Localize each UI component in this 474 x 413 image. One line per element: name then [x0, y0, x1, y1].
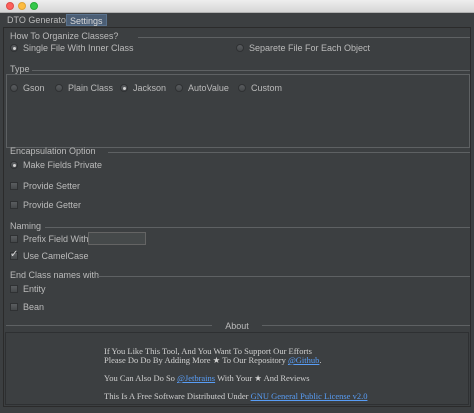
- organize-separate-file-option[interactable]: Separete File For Each Object: [236, 43, 370, 53]
- type-custom-label: Custom: [251, 83, 283, 93]
- organize-single-file-label: Single File With Inner Class: [23, 43, 134, 53]
- radio-icon[interactable]: [55, 84, 63, 92]
- make-fields-private-option[interactable]: Make Fields Private: [10, 160, 102, 170]
- provide-getter-option[interactable]: Provide Getter: [10, 200, 81, 210]
- about-line-3-text: You Can Also Do So: [104, 373, 178, 383]
- use-camelcase-label: Use CamelCase: [23, 251, 89, 261]
- type-divider: [32, 70, 470, 71]
- prefix-field-label: Prefix Field With: [23, 234, 89, 244]
- radio-icon[interactable]: [175, 84, 183, 92]
- entity-label: Entity: [23, 284, 46, 294]
- checkbox-icon[interactable]: [10, 182, 18, 190]
- provide-setter-label: Provide Setter: [23, 181, 81, 191]
- about-line-2-end: .: [319, 355, 322, 365]
- about-line-2: Please Do Do By Adding More ★ To Our Rep…: [104, 355, 322, 366]
- checkbox-icon[interactable]: [10, 285, 18, 293]
- type-autovalue-option[interactable]: AutoValue: [175, 83, 229, 93]
- type-section-title: Type: [10, 64, 30, 74]
- type-gson-label: Gson: [23, 83, 45, 93]
- radio-icon[interactable]: [120, 84, 128, 92]
- encapsulation-section-title: Encapsulation Option: [10, 146, 96, 156]
- about-line-4: This Is A Free Software Distributed Unde…: [104, 391, 367, 401]
- checkbox-icon[interactable]: [10, 303, 18, 311]
- make-fields-private-label: Make Fields Private: [23, 160, 103, 170]
- about-line-2-text: Please Do Do By Adding More ★ To Our Rep…: [104, 355, 288, 365]
- radio-icon[interactable]: [236, 44, 244, 52]
- type-autovalue-label: AutoValue: [188, 83, 229, 93]
- encapsulation-divider: [108, 152, 470, 153]
- radio-icon[interactable]: [10, 44, 18, 52]
- tab-bar: DTO Generator Settings: [0, 13, 474, 27]
- radio-icon[interactable]: [10, 161, 18, 169]
- jetbrains-link[interactable]: @Jetbrains: [177, 373, 215, 383]
- organize-divider: [138, 37, 470, 38]
- tab-dto-generator[interactable]: DTO Generator: [4, 14, 72, 26]
- bean-label: Bean: [23, 302, 45, 312]
- type-plain-class-label: Plain Class: [68, 83, 114, 93]
- radio-icon[interactable]: [10, 84, 18, 92]
- type-jackson-option[interactable]: Jackson: [120, 83, 166, 93]
- close-window-icon[interactable]: [6, 2, 14, 10]
- provide-getter-label: Provide Getter: [23, 200, 82, 210]
- organize-section-title: How To Organize Classes?: [10, 31, 119, 41]
- github-link[interactable]: @Github: [288, 355, 319, 365]
- radio-icon[interactable]: [238, 84, 246, 92]
- entity-option[interactable]: Entity: [10, 284, 46, 294]
- minimize-window-icon[interactable]: [18, 2, 26, 10]
- end-class-divider: [98, 276, 470, 277]
- type-jackson-label: Jackson: [133, 83, 167, 93]
- type-custom-option[interactable]: Custom: [238, 83, 282, 93]
- organize-separate-file-label: Separete File For Each Object: [249, 43, 371, 53]
- type-gson-option[interactable]: Gson: [10, 83, 45, 93]
- window-titlebar: [0, 0, 474, 13]
- naming-divider: [45, 227, 470, 228]
- provide-setter-option[interactable]: Provide Setter: [10, 181, 80, 191]
- organize-single-file-option[interactable]: Single File With Inner Class: [10, 43, 134, 53]
- prefix-field-option[interactable]: Prefix Field With: [10, 234, 89, 244]
- use-camelcase-option[interactable]: Use CamelCase: [10, 249, 89, 261]
- about-line-3: You Can Also Do So @Jetbrains With Your …: [104, 373, 310, 384]
- checkbox-icon[interactable]: [10, 235, 18, 243]
- license-link[interactable]: GNU General Public License v2.0: [251, 391, 368, 401]
- checkbox-icon[interactable]: [10, 249, 18, 260]
- about-line-4-text: This Is A Free Software Distributed Unde…: [104, 391, 251, 401]
- checkbox-icon[interactable]: [10, 201, 18, 209]
- naming-section-title: Naming: [10, 221, 42, 231]
- bean-option[interactable]: Bean: [10, 302, 44, 312]
- type-plain-class-option[interactable]: Plain Class: [55, 83, 113, 93]
- prefix-field-input[interactable]: [88, 232, 146, 245]
- tab-settings[interactable]: Settings: [66, 14, 107, 26]
- about-title: About: [225, 321, 249, 331]
- maximize-window-icon[interactable]: [30, 2, 38, 10]
- end-class-section-title: End Class names with: [10, 270, 100, 280]
- about-line-3-end: With Your ★ And Reviews: [215, 373, 310, 383]
